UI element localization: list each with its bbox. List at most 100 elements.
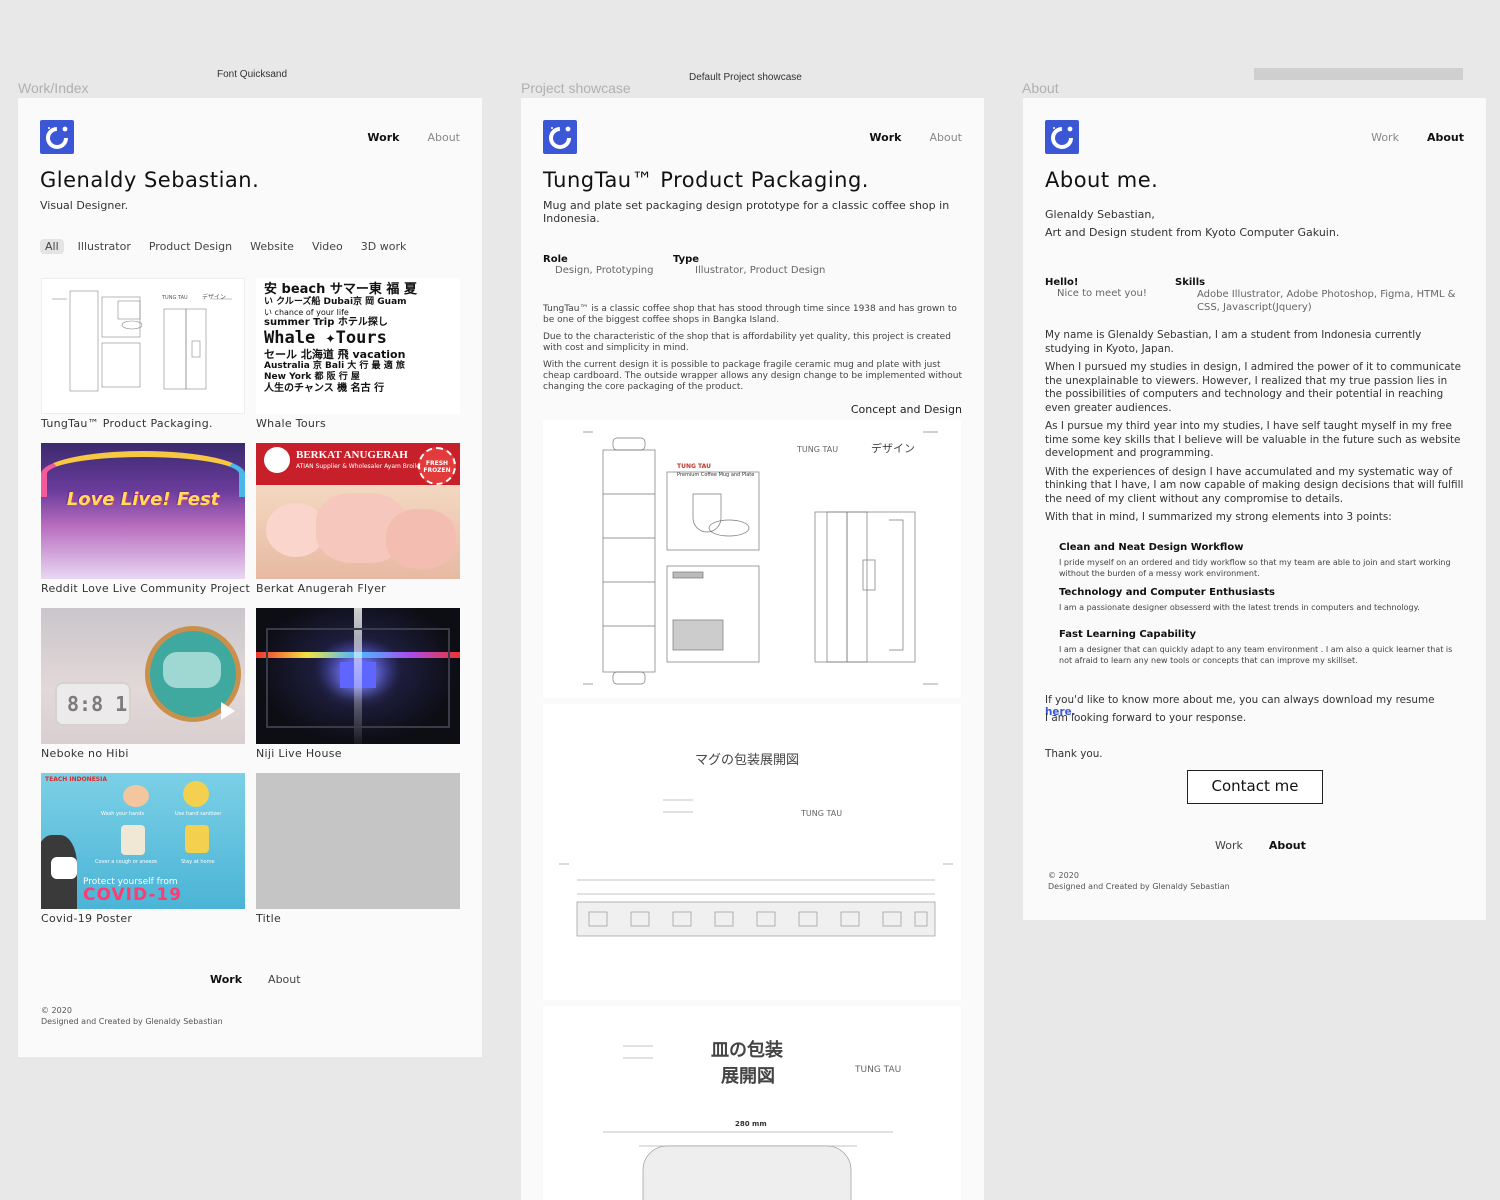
whale-line: い chance of your life (264, 308, 349, 317)
card-whale-thumb[interactable]: 安 beach サマー東 福 夏 い クルーズ船 Dubai京 岡 Guam い… (256, 278, 460, 414)
hello-block: Hello! Nice to meet you! (1045, 277, 1147, 299)
card-placeholder-thumb[interactable] (256, 773, 460, 909)
placeholder-bar (1254, 68, 1463, 80)
footer-nav-about[interactable]: About (1269, 839, 1306, 852)
frame-label-work-index: Work/Index (18, 80, 89, 96)
project-paragraph: Due to the characteristic of the shop th… (543, 332, 951, 353)
logo-icon[interactable] (40, 120, 74, 154)
about-frame: Work About About me. Glenaldy Sebastian, … (1023, 98, 1486, 920)
technical-drawing-2: マグの包装展開図 TUNG TAU (543, 704, 961, 1000)
jp-plate-title-2: 展開図 (721, 1066, 775, 1087)
whale-line: セール 北海道 飛 vacation (264, 348, 406, 361)
intro-name: Glenaldy Sebastian, (1045, 208, 1155, 221)
card-neboke-thumb[interactable]: 8:8 1 (41, 608, 245, 744)
nav-about[interactable]: About (1427, 131, 1464, 144)
strength-title: Clean and Neat Design Workflow (1059, 542, 1244, 553)
covid-tip: Wash your hands (101, 811, 145, 817)
about-paragraph: With the experiences of design I have ac… (1045, 465, 1464, 505)
strength-item: Clean and Neat Design Workflow I pride m… (1059, 542, 1461, 579)
about-title: About me. (1045, 168, 1159, 192)
card-title-niji[interactable]: Niji Live House (256, 747, 342, 760)
card-title-berkat[interactable]: Berkat Anugerah Flyer (256, 582, 386, 595)
footer-copyright: © 2020 Designed and Created by Glenaldy … (1048, 870, 1230, 892)
nav-work[interactable]: Work (367, 131, 399, 144)
role-value: Design, Prototyping (555, 265, 654, 276)
about-body: My name is Glenaldy Sebastian, I am a st… (1045, 329, 1465, 525)
filter-all[interactable]: All (40, 239, 64, 254)
card-title-tungtau[interactable]: TungTau™ Product Packaging. (41, 417, 213, 430)
jp-design-label: デザイン (871, 441, 915, 455)
thank-you: Thank you. (1045, 748, 1103, 760)
covid-brand: TEACH INDONESIA (45, 776, 108, 783)
page-subtitle: Visual Designer. (40, 199, 129, 212)
card-niji-thumb[interactable] (256, 608, 460, 744)
logo-icon[interactable] (543, 120, 577, 154)
card-title-neboke[interactable]: Neboke no Hibi (41, 747, 129, 760)
berkat-sub: ATIAN Supplier & Wholesaler Ayam Broiler (296, 463, 423, 470)
technical-drawing-3: 皿の包装 展開図 TUNG TAU 280 mm (543, 1006, 961, 1200)
about-paragraph: As I pursue my third year into my studie… (1045, 420, 1461, 459)
technical-drawing-1: TUNG TAU Premium Coffee Mug and Plate TU… (543, 420, 961, 698)
top-nav: Work About (1343, 131, 1464, 144)
nav-about[interactable]: About (929, 131, 962, 144)
font-note: Font Quicksand (217, 69, 288, 80)
nav-work[interactable]: Work (1371, 131, 1399, 144)
whale-line: 安 beach サマー東 福 夏 (264, 282, 417, 297)
card-covid-thumb[interactable]: TEACH INDONESIA Wash your hands Use hand… (41, 773, 245, 909)
card-title-whale[interactable]: Whale Tours (256, 417, 326, 430)
project-frame: Work About TungTau™ Product Packaging. Mu… (521, 98, 984, 1200)
role-label: Role (543, 254, 568, 265)
card-lovelive-thumb[interactable]: Love Live! Fest (41, 443, 245, 579)
card-tungtau-thumb[interactable]: TUNG TAU デザイン (41, 278, 245, 414)
card-title-lovelive[interactable]: Reddit Love Live Community Project (41, 582, 250, 595)
filter-illustrator[interactable]: Illustrator (78, 240, 131, 253)
dimension-label: 280 mm (735, 1120, 767, 1128)
svg-text:デザイン: デザイン (202, 293, 226, 301)
footer-nav-work[interactable]: Work (210, 973, 242, 986)
filter-bar: All Illustrator Product Design Website Video… (40, 239, 424, 254)
strength-item: Fast Learning Capability I am a designer… (1059, 629, 1461, 666)
brand-outline: TUNG TAU (854, 1065, 901, 1075)
nav-about[interactable]: About (427, 131, 460, 144)
top-nav: Work About (339, 131, 460, 144)
credit-text: Designed and Created by Glenaldy Sebasti… (41, 1017, 223, 1026)
logo-icon[interactable] (1045, 120, 1079, 154)
top-nav: Work About (841, 131, 962, 144)
premium-label: Premium Coffee Mug and Plate (677, 472, 754, 478)
lovelive-title: Love Live! Fest (66, 489, 220, 510)
footer-nav-about[interactable]: About (268, 973, 301, 986)
contact-button[interactable]: Contact me (1187, 770, 1323, 804)
brand-mark: TUNG TAU (677, 463, 711, 470)
filter-3d-work[interactable]: 3D work (361, 240, 407, 253)
about-paragraph: When I pursued my studies in design, I a… (1045, 361, 1462, 414)
covid-tip: Stay at home (181, 859, 215, 865)
filter-video[interactable]: Video (312, 240, 343, 253)
covid-tip: Cover a cough or sneeze (95, 859, 158, 865)
filter-product-design[interactable]: Product Design (149, 240, 232, 253)
type-block: Type Illustrator, Product Design (673, 254, 825, 276)
play-icon[interactable] (221, 702, 235, 720)
card-title-covid[interactable]: Covid-19 Poster (41, 912, 132, 925)
jp-mug-title: マグの包装展開図 (695, 753, 799, 768)
whale-line: Whale ✦Tours (264, 328, 387, 348)
clock-digits: 8:8 1 (67, 692, 128, 716)
card-berkat-thumb[interactable]: BERKAT ANUGERAH ATIAN Supplier & Wholesa… (256, 443, 460, 579)
strength-text: I am a designer that can quickly adapt t… (1059, 645, 1453, 665)
about-paragraph: My name is Glenaldy Sebastian, I am a st… (1045, 329, 1422, 355)
resume-text: If you'd like to know more about me, you… (1045, 694, 1435, 706)
image-caption: Concept and Design (850, 403, 962, 416)
svg-text:TUNG TAU: TUNG TAU (161, 295, 188, 301)
whale-line: い クルーズ船 Dubai京 岡 Guam (264, 297, 407, 307)
default-note: Default Project showcase (689, 72, 802, 83)
frame-label-about: About (1022, 80, 1059, 96)
project-description: Mug and plate set packaging design proto… (543, 199, 950, 225)
hello-label: Hello! (1045, 277, 1079, 288)
card-title-placeholder[interactable]: Title (256, 912, 281, 925)
filter-website[interactable]: Website (250, 240, 294, 253)
footer-nav-work[interactable]: Work (1215, 839, 1243, 852)
footer-nav: Work About (1215, 839, 1332, 852)
about-paragraph: With that in mind, I summarized my stron… (1045, 511, 1392, 523)
nav-work[interactable]: Work (869, 131, 901, 144)
whale-line: New York 都 阪 行 屋 (264, 372, 360, 382)
strength-title: Technology and Computer Enthusiasts (1059, 587, 1275, 598)
